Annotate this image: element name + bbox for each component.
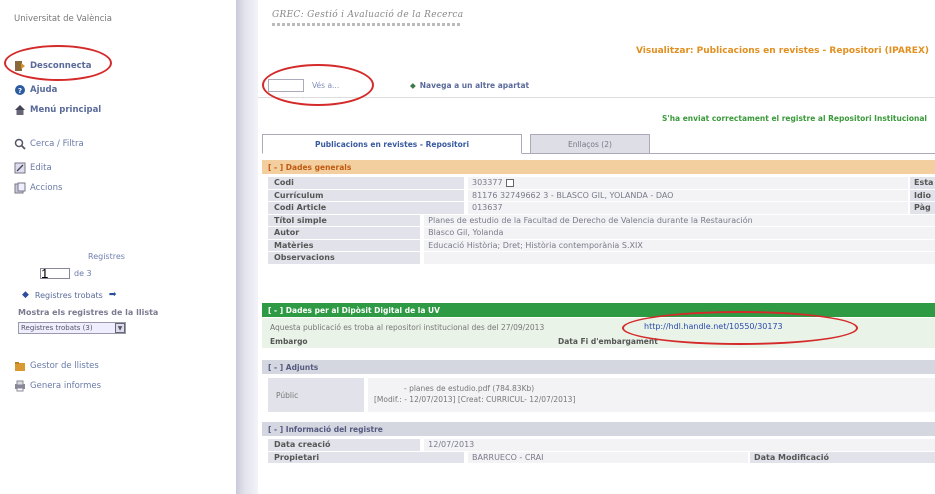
- university-name: Universitat de València: [14, 14, 113, 24]
- table-row: Codi Article 013637 Pàg: [268, 202, 935, 215]
- general-data-table: Codi 303377 Esta Currículum 81176 327496…: [268, 177, 935, 265]
- records-nav: ◆ Registres trobats ➡: [22, 290, 116, 300]
- row-label: Currículum: [268, 189, 464, 201]
- search-label: Cerca / Filtra: [30, 139, 84, 149]
- list-manager-label: Gestor de llistes: [30, 361, 99, 371]
- annotation-circle-logout: [4, 45, 112, 81]
- help-link[interactable]: ? Ajuda: [14, 84, 57, 96]
- tab-bar: Publicacions en revistes - Repositori En…: [262, 134, 935, 154]
- navigate-label: Navega a un altre apartat: [419, 81, 530, 90]
- show-list-label: Mostra els registres de la llista: [18, 308, 159, 317]
- home-icon: [14, 104, 26, 116]
- sidebar-divider: [236, 0, 258, 494]
- records-title: Registres: [88, 252, 125, 261]
- attachments-panel: Públic - planes de estudio.pdf (784.83Kb…: [268, 378, 935, 412]
- annotation-circle-goto: [262, 64, 374, 106]
- main-menu-label: Menú principal: [30, 105, 102, 115]
- records-total: de 3: [74, 269, 92, 278]
- row-extra: Pàg: [910, 202, 935, 214]
- reports-label: Genera informes: [30, 381, 102, 391]
- row-value: 12/07/2013: [424, 439, 935, 451]
- previous-arrow-icon[interactable]: ◆: [22, 290, 29, 300]
- app-title: GREC: Gestió i Avaluació de la Recerca: [272, 10, 464, 20]
- next-arrow-icon[interactable]: ➡: [109, 290, 117, 300]
- edit-label: Edita: [30, 163, 52, 173]
- table-row: Data creació 12/07/2013: [268, 439, 935, 452]
- row-extra: Idio: [910, 189, 935, 201]
- row-extra: Data Modificació: [750, 451, 935, 463]
- embargo-label: Embargo: [270, 337, 308, 346]
- table-row: Codi 303377 Esta: [268, 177, 935, 190]
- deposit-text: Aquesta publicació es troba al repositor…: [270, 323, 545, 332]
- reports-link[interactable]: Genera informes: [14, 380, 101, 392]
- row-value: [424, 252, 935, 264]
- table-row: Currículum 81176 32749662 3 - BLASCO GIL…: [268, 189, 935, 202]
- row-value: Planes de estudio de la Facultad de Dere…: [424, 214, 935, 226]
- found-records-label[interactable]: Registres trobats: [35, 291, 103, 300]
- row-value: Educació Història; Dret; Història contem…: [424, 239, 935, 251]
- app-subtitle-line: [272, 23, 462, 26]
- table-row: Matèries Educació Història; Dret; Històr…: [268, 239, 935, 252]
- dropdown-arrow-icon[interactable]: ▼: [115, 323, 125, 333]
- record-number-input[interactable]: [40, 268, 70, 279]
- row-label: Codi Article: [268, 202, 464, 214]
- svg-text:?: ?: [18, 87, 22, 95]
- actions-icon: [14, 182, 26, 194]
- row-label: Matèries: [268, 239, 421, 251]
- help-icon: ?: [14, 84, 26, 96]
- record-info-table: Data creació 12/07/2013 Propietari BARRU…: [268, 439, 935, 464]
- deposit-header[interactable]: [ - ] Dades per al Dipòsit Digital de la…: [262, 303, 935, 317]
- list-manager-link[interactable]: Gestor de llistes: [14, 360, 99, 372]
- row-value: BARRUECO - CRAI: [468, 451, 748, 463]
- general-data-header[interactable]: [ - ] Dades generals: [262, 160, 935, 174]
- attachment-meta: [Modif.: - 12/07/2013] [Creat: CURRICUL-…: [374, 395, 576, 404]
- printer-icon: [14, 380, 26, 392]
- attachments-header[interactable]: [ - ] Adjunts: [262, 360, 935, 374]
- actions-link[interactable]: Accions: [14, 182, 62, 194]
- attachment-info: - planes de estudio.pdf (784.83Kb) [Modi…: [368, 378, 935, 412]
- table-row: Observacions: [268, 252, 935, 265]
- row-value: 013637: [468, 202, 908, 214]
- help-label: Ajuda: [30, 85, 58, 95]
- main-menu-link[interactable]: Menú principal: [14, 104, 101, 116]
- table-row: Autor Blasco Gil, Yolanda: [268, 227, 935, 240]
- list-select-value: Registres trobats (3): [21, 324, 93, 332]
- tab-publications[interactable]: Publicacions en revistes - Repositori: [262, 134, 522, 154]
- navigate-icon: ◆: [410, 81, 416, 90]
- table-row: Propietari BARRUECO - CRAI Data Modifica…: [268, 451, 935, 464]
- table-row: Títol simple Planes de estudio de la Fac…: [268, 214, 935, 227]
- row-label: Títol simple: [268, 214, 421, 226]
- list-select[interactable]: Registres trobats (3) ▼: [18, 322, 126, 334]
- copy-icon[interactable]: [505, 178, 514, 187]
- main-content: GREC: Gestió i Avaluació de la Recerca V…: [258, 0, 935, 494]
- row-label: Observacions: [268, 252, 421, 264]
- actions-label: Accions: [30, 183, 63, 193]
- sidebar: Universitat de València Desconnecta ? Aj…: [0, 0, 236, 494]
- annotation-circle-link: [622, 311, 858, 345]
- records-pager: de 3: [40, 268, 92, 279]
- row-label: Data creació: [268, 439, 421, 451]
- attachment-type: Públic: [268, 378, 364, 412]
- tab-links[interactable]: Enllaços (2): [530, 134, 650, 154]
- folder-icon: [14, 360, 26, 372]
- row-value: 303377: [468, 177, 908, 189]
- success-message: S'ha enviat correctament el registre al …: [662, 114, 927, 123]
- edit-link[interactable]: Edita: [14, 162, 52, 174]
- edit-icon: [14, 162, 26, 174]
- row-value: 81176 32749662 3 - BLASCO GIL, YOLANDA -…: [468, 189, 908, 201]
- row-label: Propietari: [268, 451, 464, 463]
- embargo-end-label: Data Fi d'embargament: [558, 337, 658, 346]
- row-label: Codi: [268, 177, 464, 189]
- row-extra: Esta: [910, 177, 935, 189]
- row-value: Blasco Gil, Yolanda: [424, 227, 935, 239]
- search-link[interactable]: Cerca / Filtra: [14, 138, 84, 150]
- record-info-header[interactable]: [ - ] Informació del registre: [262, 422, 935, 436]
- row-label: Autor: [268, 227, 421, 239]
- search-icon: [14, 138, 26, 150]
- page-title: Visualitzar: Publicacions en revistes - …: [635, 46, 929, 56]
- navigate-link[interactable]: ◆ Navega a un altre apartat: [410, 81, 529, 90]
- attachment-file-link[interactable]: - planes de estudio.pdf (784.83Kb): [374, 383, 929, 394]
